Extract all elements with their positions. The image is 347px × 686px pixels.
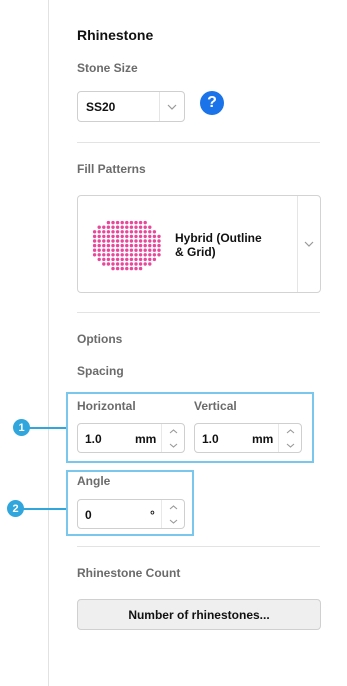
divider (77, 546, 320, 547)
help-icon[interactable]: ? (200, 91, 224, 115)
callout-leader-1 (29, 427, 66, 429)
chevron-up-icon[interactable] (162, 424, 184, 438)
stone-size-label: Stone Size (77, 61, 138, 75)
options-label: Options (77, 332, 123, 346)
horizontal-unit: mm (135, 432, 157, 446)
fill-patterns-label: Fill Patterns (77, 162, 146, 176)
rhinestone-count-label: Rhinestone Count (77, 566, 181, 580)
number-of-rhinestones-button[interactable]: Number of rhinestones... (77, 599, 321, 630)
panel-left-border (48, 0, 49, 686)
panel-title: Rhinestone (77, 27, 154, 43)
angle-input[interactable]: 0 ° (77, 499, 185, 529)
spacing-label: Spacing (77, 364, 124, 378)
angle-value: 0 (85, 508, 92, 522)
horizontal-spinner[interactable] (161, 424, 184, 452)
vertical-spinner[interactable] (278, 424, 301, 452)
vertical-unit: mm (252, 432, 274, 446)
vertical-spacing-input[interactable]: 1.0 mm (194, 423, 302, 453)
fill-pattern-preview-icon (92, 220, 161, 271)
angle-unit: ° (150, 508, 155, 522)
fill-pattern-label-line1: Hybrid (Outline (175, 231, 262, 245)
fill-pattern-label: Hybrid (Outline & Grid) (175, 231, 262, 259)
horizontal-value: 1.0 (85, 432, 102, 446)
stone-size-select[interactable]: SS20 (77, 91, 185, 122)
angle-label: Angle (77, 474, 111, 488)
callout-leader-2 (23, 508, 66, 510)
chevron-down-icon (159, 92, 184, 121)
chevron-down-icon (298, 196, 320, 292)
chevron-up-icon[interactable] (162, 500, 184, 514)
angle-spinner[interactable] (161, 500, 184, 528)
divider (77, 142, 320, 143)
chevron-down-icon[interactable] (279, 438, 301, 452)
callout-badge-1: 1 (13, 419, 30, 436)
vertical-value: 1.0 (202, 432, 219, 446)
stone-size-value: SS20 (86, 100, 116, 114)
chevron-down-icon[interactable] (162, 438, 184, 452)
fill-pattern-label-line2: & Grid) (175, 245, 216, 259)
vertical-label: Vertical (194, 399, 237, 413)
horizontal-spacing-input[interactable]: 1.0 mm (77, 423, 185, 453)
chevron-down-icon[interactable] (162, 514, 184, 528)
horizontal-label: Horizontal (77, 399, 136, 413)
callout-badge-2: 2 (7, 500, 24, 517)
fill-pattern-select[interactable]: Hybrid (Outline & Grid) (77, 195, 321, 293)
divider (77, 312, 320, 313)
chevron-up-icon[interactable] (279, 424, 301, 438)
